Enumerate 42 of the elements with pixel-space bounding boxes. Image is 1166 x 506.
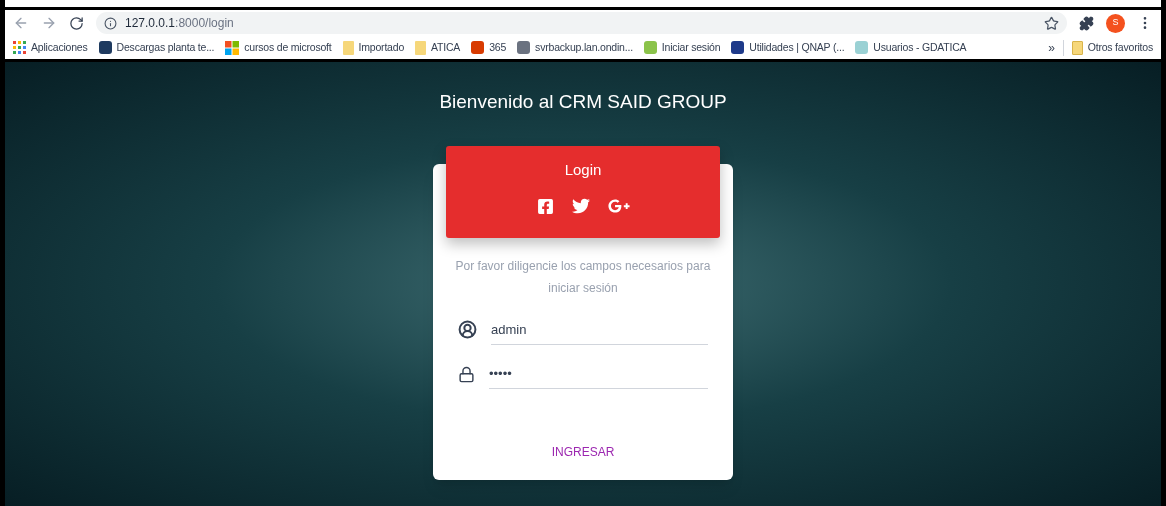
squares-logo-icon (225, 40, 240, 55)
user-icon (458, 319, 477, 339)
welcome-heading: Bienvenido al CRM SAID GROUP (439, 90, 727, 114)
twitter-icon[interactable] (571, 197, 590, 215)
address-bar[interactable]: 127.0.0.1:8000/login (96, 12, 1067, 34)
bookmark-label: ATICA (431, 39, 461, 55)
extensions-icon[interactable] (1079, 15, 1094, 31)
password-field[interactable]: ••••• (489, 358, 708, 389)
bookmark-item[interactable]: svrbackup.lan.ondin... (517, 39, 633, 56)
bookmark-item[interactable]: Descargas planta te... (98, 39, 215, 56)
bookmark-item[interactable]: Utilidades | QNAP (... (731, 39, 845, 56)
bookmark-item[interactable]: Iniciar sesión (643, 39, 721, 56)
bookmark-label: Otros favoritos (1087, 39, 1153, 55)
bookmark-label: svrbackup.lan.ondin... (535, 39, 633, 55)
bookmark-label: cursos de microsoft (244, 39, 332, 55)
bookmark-label: 365 (489, 39, 507, 55)
url-text: 127.0.0.1:8000/login (125, 15, 234, 32)
info-icon[interactable] (104, 16, 117, 30)
bookmark-label: Iniciar sesión (661, 39, 721, 55)
bookmark-item[interactable]: cursos de microsoft (225, 39, 332, 56)
bookmark-item[interactable]: Usuarios - GDATICA (855, 39, 967, 56)
reload-icon[interactable] (69, 15, 84, 31)
facebook-icon[interactable] (536, 197, 554, 215)
bookmark-star-icon[interactable] (1044, 15, 1059, 31)
submit-button[interactable]: INGRESAR (539, 438, 627, 465)
bookmark-item[interactable]: Importado (342, 39, 405, 56)
instructions-text: Por favor diligencie los campos necesarios para iniciar sesión (454, 257, 712, 297)
bookmark-label: Descargas planta te... (116, 39, 215, 55)
bookmark-label: Usuarios - GDATICA (873, 39, 967, 55)
username-field[interactable]: admin (491, 314, 708, 345)
bookmark-item[interactable]: Aplicaciones (13, 39, 88, 56)
folder-icon (1071, 40, 1083, 55)
login-title: Login (564, 159, 602, 180)
bookmark-label: Importado (358, 39, 405, 55)
bookmark-item[interactable]: Otros favoritos (1071, 39, 1153, 56)
lock-icon (458, 365, 475, 383)
apps-grid-icon (13, 41, 26, 54)
bookmark-label: Utilidades | QNAP (... (749, 39, 845, 55)
more-bookmarks-button[interactable]: » (1044, 38, 1059, 57)
bookmark-item[interactable]: 365 (471, 39, 507, 56)
bookmark-label: Aplicaciones (31, 39, 88, 55)
bookmark-item[interactable]: ATICA (415, 39, 461, 56)
